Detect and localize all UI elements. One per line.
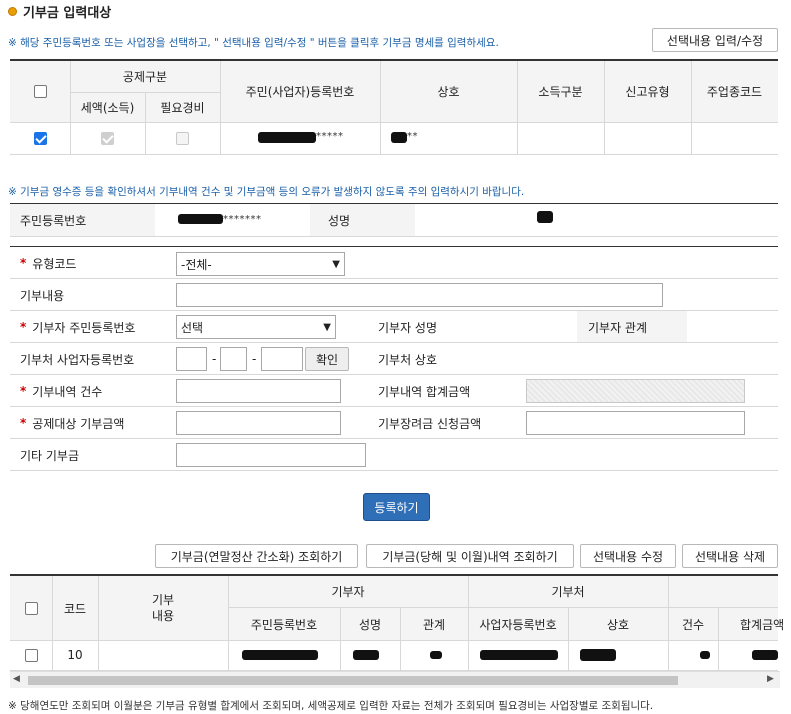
chevron-down-icon: ▼ bbox=[332, 258, 340, 270]
donor-id-col-header: 주민등록번호 bbox=[250, 617, 318, 632]
caution-note: ※ 기부금 영수증 등을 확인하셔서 기부내역 건수 및 기부금액 등의 오류가… bbox=[8, 186, 525, 198]
donor-group-header: 기부자 bbox=[331, 585, 365, 599]
donor-id-select[interactable]: 선택 ▼ bbox=[176, 315, 336, 339]
bullet-icon bbox=[8, 7, 17, 16]
chevron-down-icon: ▼ bbox=[323, 321, 331, 333]
dash-separator: - bbox=[212, 352, 217, 366]
scroll-thumb[interactable] bbox=[28, 676, 678, 685]
deduct-amount-label: * 공제대상 기부금액 bbox=[20, 416, 125, 431]
type-code-label: * 유형코드 bbox=[20, 256, 77, 271]
confirm-button[interactable]: 확인 bbox=[305, 347, 349, 371]
redacted-block bbox=[353, 650, 379, 660]
instruction-note: ※ 해당 주민등록번호 또는 사업장을 선택하고, " 선택내용 입력/수정 "… bbox=[8, 37, 499, 49]
resident-number-label: 주민등록번호 bbox=[20, 213, 87, 228]
redacted-block bbox=[580, 649, 616, 661]
org-bizno-label: 기부처 사업자등록번호 bbox=[20, 352, 135, 367]
scroll-right-icon[interactable]: ▶ bbox=[767, 674, 774, 684]
section-title-text: 기부금 입력대상 bbox=[23, 6, 112, 21]
row-name-mask: ** bbox=[407, 131, 418, 142]
org-name-col-header: 상호 bbox=[606, 617, 630, 632]
redacted-block bbox=[480, 650, 558, 660]
section-title: 기부금 입력대상 bbox=[8, 2, 111, 21]
select-edit-button[interactable]: 선택내용 입력/수정 bbox=[652, 28, 778, 52]
necessary-expense-header: 필요경비 bbox=[160, 100, 205, 115]
income-type-header: 소득구분 bbox=[538, 85, 583, 99]
simplified-lookup-button[interactable]: 기부금(연말정산 간소화) 조회하기 bbox=[155, 544, 358, 568]
org-bizno-col-header: 사업자등록번호 bbox=[479, 617, 557, 632]
redacted-block bbox=[178, 214, 223, 224]
type-code-select[interactable]: -전체- ▼ bbox=[176, 252, 345, 276]
redacted-block bbox=[391, 132, 407, 143]
count-col-header: 건수 bbox=[681, 617, 705, 632]
count-input[interactable] bbox=[176, 379, 341, 403]
code-header: 코드 bbox=[63, 601, 87, 616]
count-label: * 기부내역 건수 bbox=[20, 384, 103, 399]
redacted-block bbox=[752, 650, 778, 660]
list-row-checkbox[interactable] bbox=[10, 640, 52, 670]
delete-selected-button[interactable]: 선택내용 삭제 bbox=[682, 544, 778, 568]
carryover-lookup-button[interactable]: 기부금(당해 및 이월)내역 조회하기 bbox=[366, 544, 574, 568]
edit-selected-button[interactable]: 선택내용 수정 bbox=[580, 544, 676, 568]
bizno-part3-input[interactable] bbox=[261, 347, 303, 371]
redacted-block bbox=[537, 211, 553, 223]
resident-number-mask: ******* bbox=[223, 214, 262, 225]
bizno-part2-input[interactable] bbox=[220, 347, 247, 371]
redacted-block bbox=[242, 650, 318, 660]
content-input[interactable] bbox=[176, 283, 663, 307]
register-button[interactable]: 등록하기 bbox=[363, 493, 430, 521]
footer-note: ※ 당해연도만 조회되며 이월분은 기부금 유형별 합계에서 조회되며, 세액공… bbox=[8, 700, 654, 712]
select-all-checkbox[interactable] bbox=[10, 61, 70, 122]
scholarship-amount-input[interactable] bbox=[526, 411, 745, 435]
donor-relation-label: 기부자 관계 bbox=[588, 320, 648, 335]
other-donation-input[interactable] bbox=[176, 443, 366, 467]
total-amount-input bbox=[526, 379, 745, 403]
main-industry-code-header: 주업종코드 bbox=[706, 85, 763, 99]
row-tax-checkbox bbox=[70, 122, 145, 154]
registration-number-header: 주민(사업자)등록번호 bbox=[245, 85, 355, 99]
donor-relation-col-header: 관계 bbox=[422, 617, 446, 632]
redacted-block bbox=[258, 132, 316, 143]
deduction-type-header: 공제구분 bbox=[122, 70, 168, 84]
org-group-header: 기부처 bbox=[551, 585, 585, 599]
row-expense-checkbox bbox=[145, 122, 220, 154]
content-label: 기부내용 bbox=[20, 288, 65, 303]
row-id-mask: ***** bbox=[316, 131, 344, 142]
name-label: 성명 bbox=[328, 213, 351, 228]
report-type-header: 신고유형 bbox=[625, 85, 670, 99]
horizontal-scrollbar[interactable]: ◀ ▶ bbox=[10, 671, 780, 688]
donor-name-label: 기부자 성명 bbox=[378, 320, 438, 335]
redacted-block bbox=[700, 651, 710, 659]
list-row-code: 10 bbox=[67, 648, 83, 662]
deduct-amount-input[interactable] bbox=[176, 411, 341, 435]
content-header: 기부 내용 bbox=[151, 593, 175, 623]
scroll-left-icon[interactable]: ◀ bbox=[13, 674, 20, 684]
scholarship-amount-label: 기부장려금 신청금액 bbox=[378, 416, 482, 431]
bizno-part1-input[interactable] bbox=[176, 347, 207, 371]
redacted-block bbox=[430, 651, 442, 659]
list-select-all-checkbox[interactable] bbox=[10, 576, 52, 640]
total-amount-label: 기부내역 합계금액 bbox=[378, 384, 471, 399]
dash-separator: - bbox=[252, 352, 257, 366]
trade-name-header: 상호 bbox=[437, 85, 460, 99]
row-checkbox[interactable] bbox=[10, 122, 70, 154]
total-col-header: 합계금액 bbox=[740, 617, 785, 632]
org-name-label: 기부처 상호 bbox=[378, 352, 438, 367]
donor-name-col-header: 성명 bbox=[358, 617, 382, 632]
other-donation-label: 기타 기부금 bbox=[20, 448, 80, 463]
tax-income-header: 세액(소득) bbox=[80, 100, 135, 115]
donor-id-label: * 기부자 주민등록번호 bbox=[20, 320, 136, 335]
